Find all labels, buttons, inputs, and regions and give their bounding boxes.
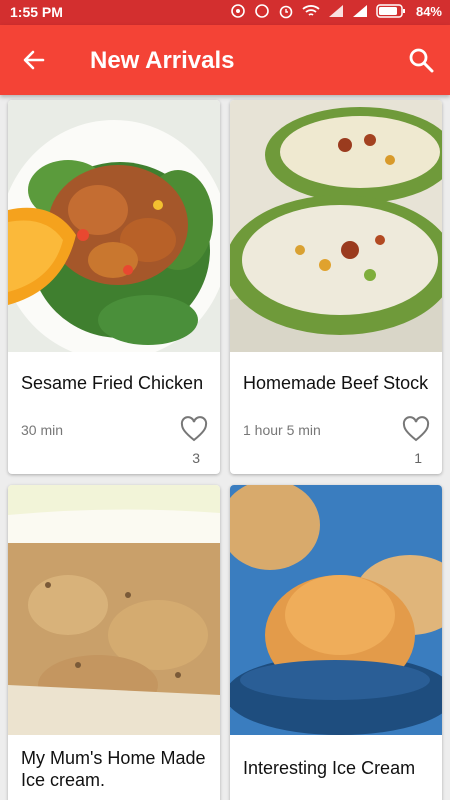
search-icon xyxy=(409,48,434,73)
alarm-icon xyxy=(279,5,293,19)
battery-icon xyxy=(376,4,405,18)
recipe-card[interactable]: Sesame Fried Chicken 30 min 3 xyxy=(8,100,220,474)
recipe-photo xyxy=(8,485,220,735)
recipe-card[interactable]: Interesting Ice Cream xyxy=(230,485,442,800)
recipe-card[interactable]: Homemade Beef Stock 1 hour 5 min 1 xyxy=(230,100,442,474)
recipe-photo xyxy=(8,100,220,352)
recipe-grid: Sesame Fried Chicken 30 min 3 Homemade B… xyxy=(0,95,450,800)
recipe-card[interactable]: My Mum's Home Made Ice cream. xyxy=(8,485,220,800)
signal-icon xyxy=(328,5,343,17)
recipe-photo xyxy=(230,485,442,735)
back-button[interactable] xyxy=(14,45,54,75)
wifi-icon xyxy=(302,5,320,16)
status-icons: 84% xyxy=(230,3,442,19)
battery-percent: 84% xyxy=(415,3,442,19)
heart-outline-icon[interactable] xyxy=(402,416,430,442)
recipe-title: My Mum's Home Made Ice cream. xyxy=(21,748,206,790)
recipe-time: 1 hour 5 min xyxy=(243,422,321,438)
sync-icon xyxy=(255,4,269,18)
arrow-back-icon xyxy=(23,50,45,70)
like-count: 1 xyxy=(414,450,422,466)
search-button[interactable] xyxy=(404,43,438,77)
recipe-title: Homemade Beef Stock xyxy=(243,373,429,393)
signal-icon-2 xyxy=(352,5,367,17)
recipe-title: Interesting Ice Cream xyxy=(243,758,416,778)
recipe-photo xyxy=(230,100,442,352)
status-bar: 1:55 PM 84% xyxy=(0,0,450,25)
recipe-time: 30 min xyxy=(21,422,64,438)
hotspot-icon xyxy=(231,4,245,18)
app-bar: New Arrivals xyxy=(0,25,450,95)
like-count: 3 xyxy=(192,450,200,466)
heart-outline-icon[interactable] xyxy=(180,416,208,442)
page-title: New Arrivals xyxy=(90,47,235,74)
status-time: 1:55 PM xyxy=(10,4,63,20)
recipe-title: Sesame Fried Chicken xyxy=(21,373,204,393)
